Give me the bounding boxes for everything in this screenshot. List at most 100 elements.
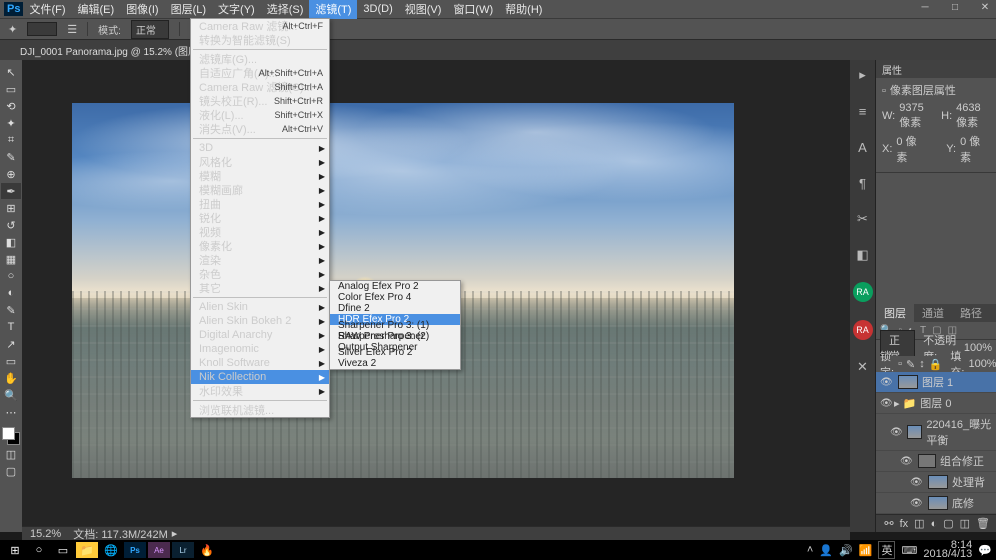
mask-icon[interactable]: ◫ bbox=[914, 517, 924, 530]
tray-wifi-icon[interactable]: 📶 bbox=[859, 544, 873, 557]
zoom-tool[interactable]: 🔍 bbox=[1, 387, 21, 403]
pen-tool[interactable]: ✎ bbox=[1, 302, 21, 318]
menu-item[interactable]: 浏览联机滤镜... bbox=[191, 403, 329, 417]
layer-row[interactable]: 👁图层 1 bbox=[876, 372, 996, 393]
tool-preset-icon[interactable]: ✦ bbox=[8, 23, 17, 36]
ae-icon[interactable]: Ae bbox=[148, 542, 170, 558]
menu-item[interactable]: 其它▶ bbox=[191, 281, 329, 295]
marquee-tool[interactable]: ▭ bbox=[1, 81, 21, 97]
tab-layers[interactable]: 图层 bbox=[876, 304, 914, 322]
stamp-tool[interactable]: ⊞ bbox=[1, 200, 21, 216]
menu-item[interactable]: Knoll Software▶ bbox=[191, 356, 329, 370]
filter-menu-dropdown[interactable]: Camera Raw 滤镜...Alt+Ctrl+F转换为智能滤镜(S)滤镜库(… bbox=[190, 18, 330, 418]
taskview-icon[interactable]: ▭ bbox=[52, 542, 74, 558]
menu-3d[interactable]: 3D(D) bbox=[357, 1, 398, 17]
screenmode-tool[interactable]: ▢ bbox=[1, 463, 21, 479]
brush-settings-icon[interactable]: ☰ bbox=[67, 23, 77, 36]
fill-value[interactable]: 100% bbox=[968, 358, 996, 370]
tray-keyboard-icon[interactable]: ⌨ bbox=[901, 544, 917, 557]
menu-edit[interactable]: 编辑(E) bbox=[72, 0, 121, 19]
new-icon[interactable]: ◫ bbox=[960, 517, 970, 530]
menu-item[interactable]: 扭曲▶ bbox=[191, 197, 329, 211]
hand-tool[interactable]: ✋ bbox=[1, 370, 21, 386]
fg-color[interactable] bbox=[2, 427, 15, 440]
crop-tool[interactable]: ⌗ bbox=[1, 132, 21, 148]
menu-item[interactable]: 消失点(V)...Alt+Ctrl+V bbox=[191, 122, 329, 136]
explorer-icon[interactable]: 📁 bbox=[76, 542, 98, 558]
eyedropper-tool[interactable]: ✎ bbox=[1, 149, 21, 165]
tray-notif-icon[interactable]: 💬 bbox=[978, 544, 992, 557]
menu-image[interactable]: 图像(I) bbox=[120, 0, 164, 19]
menu-item[interactable]: 像素化▶ bbox=[191, 239, 329, 253]
menu-item[interactable]: 水印效果▶ bbox=[191, 384, 329, 398]
menu-item[interactable]: Imagenomic▶ bbox=[191, 342, 329, 356]
menu-item[interactable]: Camera Raw 滤镜...Alt+Ctrl+F bbox=[191, 19, 329, 33]
nik-submenu[interactable]: Analog Efex Pro 2Color Efex Pro 4Dfine 2… bbox=[329, 280, 461, 370]
properties-tab[interactable]: 属性 bbox=[876, 60, 996, 78]
menu-item[interactable]: Alien Skin Bokeh 2▶ bbox=[191, 314, 329, 328]
actions-icon[interactable]: ≡ bbox=[854, 102, 872, 120]
menu-select[interactable]: 选择(S) bbox=[261, 0, 310, 19]
blur-tool[interactable]: ○ bbox=[1, 268, 21, 284]
layer-row[interactable]: 👁组合修正 bbox=[876, 451, 996, 472]
lock-pos-icon[interactable]: ↕ bbox=[919, 358, 925, 370]
nik-red-icon[interactable]: RA bbox=[853, 320, 873, 340]
layer-row[interactable]: 👁▸ 📁图层 0 bbox=[876, 393, 996, 414]
menu-layer[interactable]: 图层(L) bbox=[165, 0, 212, 19]
submenu-item[interactable]: Analog Efex Pro 2 bbox=[330, 281, 460, 292]
submenu-item[interactable]: Dfine 2 bbox=[330, 303, 460, 314]
layer-row[interactable]: 👁处理背 bbox=[876, 472, 996, 493]
menu-item[interactable]: Alien Skin▶ bbox=[191, 300, 329, 314]
layer-row[interactable]: 👁220416_曝光平衡 bbox=[876, 414, 996, 451]
menu-item[interactable]: Digital Anarchy▶ bbox=[191, 328, 329, 342]
tray-people-icon[interactable]: 👤 bbox=[819, 544, 833, 557]
wand-tool[interactable]: ✦ bbox=[1, 115, 21, 131]
tray-up-icon[interactable]: ˄ bbox=[807, 544, 813, 556]
minimize-button[interactable]: ─ bbox=[918, 2, 932, 13]
tray-net-icon[interactable]: 🔊 bbox=[839, 544, 853, 557]
history-brush-tool[interactable]: ↺ bbox=[1, 217, 21, 233]
menu-item[interactable]: 3D▶ bbox=[191, 141, 329, 155]
move-tool[interactable]: ↖ bbox=[1, 64, 21, 80]
menu-item[interactable]: 模糊画廊▶ bbox=[191, 183, 329, 197]
menu-item[interactable]: 镜头校正(R)...Shift+Ctrl+R bbox=[191, 94, 329, 108]
menu-type[interactable]: 文字(Y) bbox=[212, 0, 261, 19]
menu-item[interactable]: 自适应广角(A)...Alt+Shift+Ctrl+A bbox=[191, 66, 329, 80]
submenu-item[interactable]: Sharpener Pro 3: (2) Output Sharpener bbox=[330, 336, 460, 347]
tab-channels[interactable]: 通道 bbox=[914, 304, 952, 322]
path-tool[interactable]: ↗ bbox=[1, 336, 21, 352]
ps-logo[interactable]: Ps bbox=[4, 2, 23, 16]
tray-ime[interactable]: 英 bbox=[878, 541, 895, 559]
blend-mode-select[interactable]: 正常 bbox=[131, 20, 169, 39]
start-button[interactable]: ⊞ bbox=[4, 542, 26, 558]
menu-item[interactable]: 液化(L)...Shift+Ctrl+X bbox=[191, 108, 329, 122]
menu-item[interactable]: Nik Collection▶ bbox=[191, 370, 329, 384]
menu-item[interactable]: 转换为智能滤镜(S) bbox=[191, 33, 329, 47]
menu-item[interactable]: 风格化▶ bbox=[191, 155, 329, 169]
history-icon[interactable]: ▸ bbox=[854, 66, 872, 84]
dodge-tool[interactable]: ◐ bbox=[1, 285, 21, 301]
adj-icon[interactable]: ◐ bbox=[931, 518, 938, 530]
layer-row[interactable]: 👁底修 bbox=[876, 493, 996, 514]
menu-filter[interactable]: 滤镜(T) bbox=[309, 0, 357, 19]
menu-item[interactable]: 杂色▶ bbox=[191, 267, 329, 281]
eraser-tool[interactable]: ◧ bbox=[1, 234, 21, 250]
fx-icon[interactable]: fx bbox=[900, 518, 909, 530]
menu-help[interactable]: 帮助(H) bbox=[499, 0, 548, 19]
submenu-item[interactable]: Color Efex Pro 4 bbox=[330, 292, 460, 303]
maximize-button[interactable]: □ bbox=[948, 2, 962, 13]
gradient-tool[interactable]: ▦ bbox=[1, 251, 21, 267]
menu-window[interactable]: 窗口(W) bbox=[447, 0, 499, 19]
heal-tool[interactable]: ⊕ bbox=[1, 166, 21, 182]
more-tools[interactable]: ⋯ bbox=[1, 404, 21, 420]
type-tool[interactable]: T bbox=[1, 319, 21, 335]
opacity-value[interactable]: 100% bbox=[964, 342, 992, 354]
lr-icon[interactable]: Lr bbox=[172, 542, 194, 558]
menu-item[interactable]: Camera Raw 滤镜(C)...Shift+Ctrl+A bbox=[191, 80, 329, 94]
menu-view[interactable]: 视图(V) bbox=[399, 0, 448, 19]
menu-item[interactable]: 模糊▶ bbox=[191, 169, 329, 183]
status-zoom[interactable]: 15.2% bbox=[30, 528, 61, 540]
cortana-icon[interactable]: ○ bbox=[28, 542, 50, 558]
lock-pixel-icon[interactable]: ✎ bbox=[906, 358, 915, 371]
link-icon[interactable]: ⚯ bbox=[884, 517, 893, 530]
